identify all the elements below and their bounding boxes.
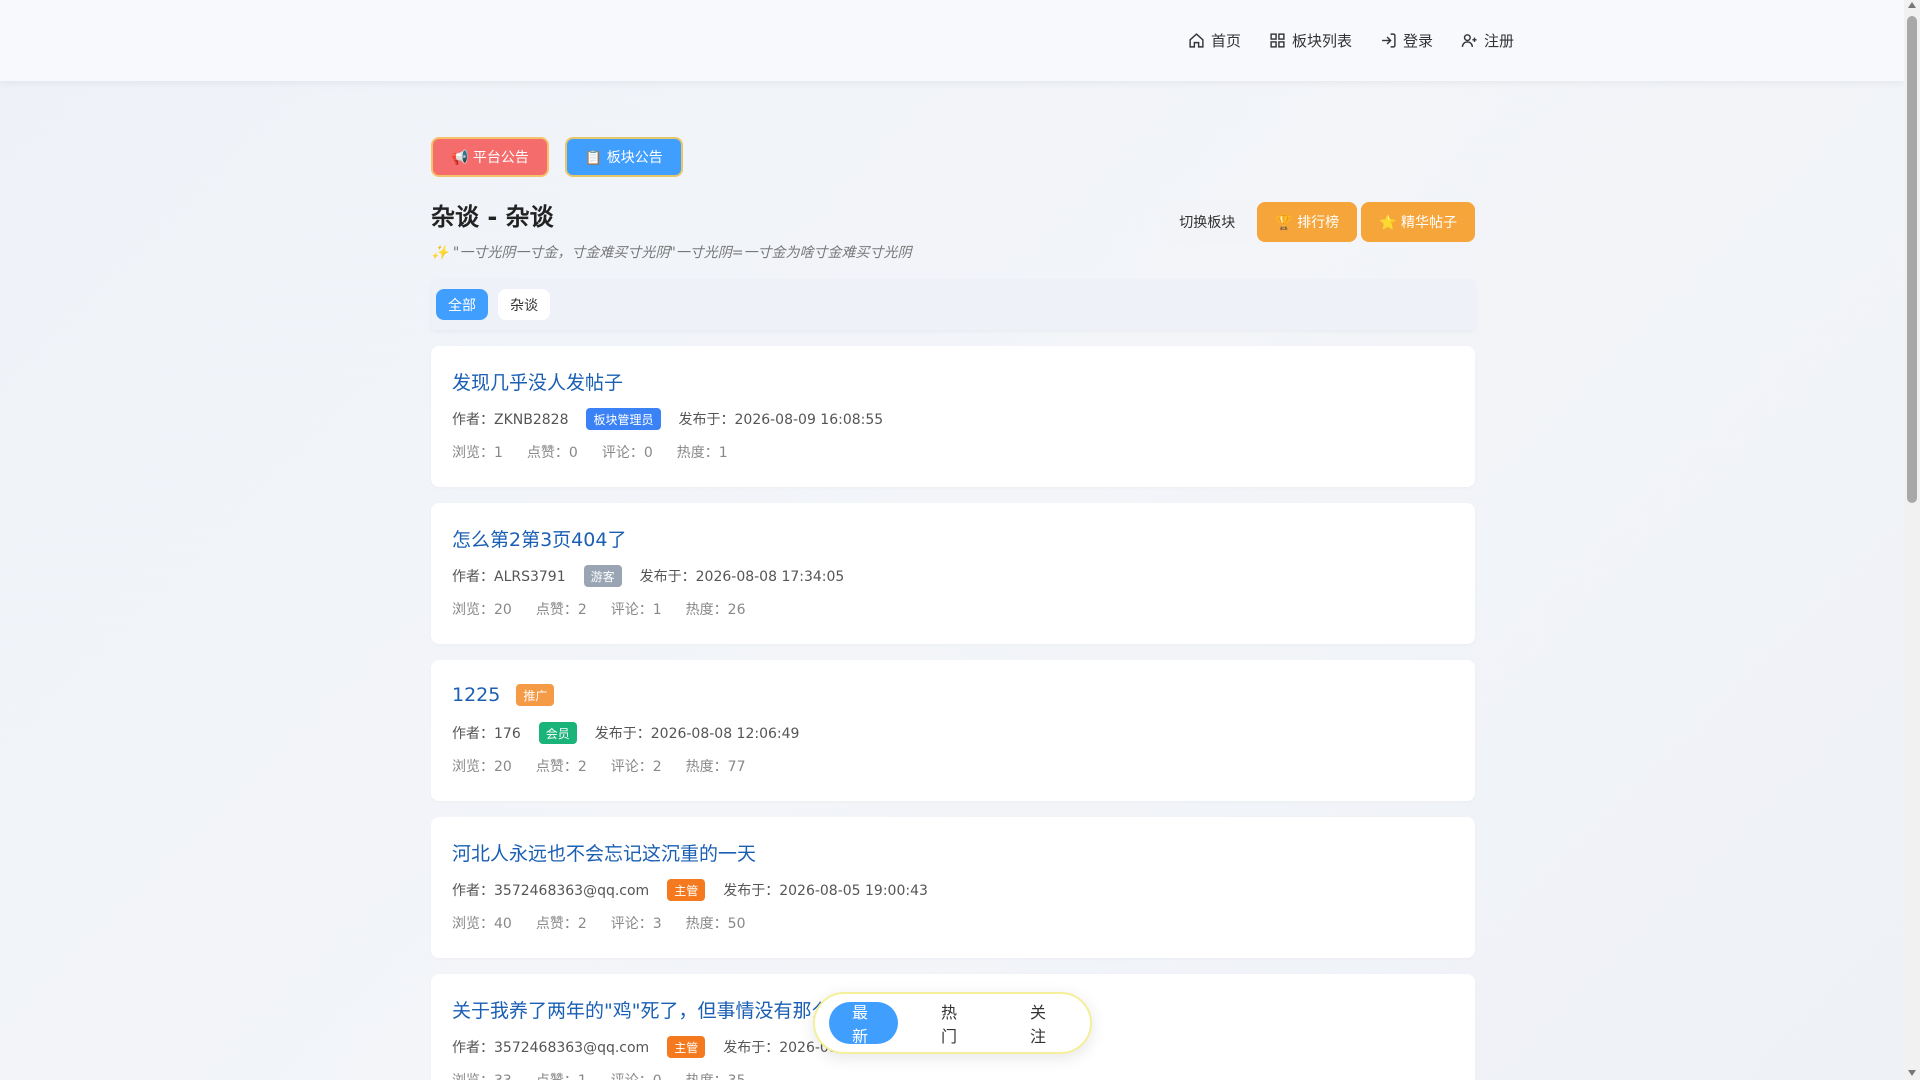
board-notice-button[interactable]: 📋 板块公告 [564, 137, 683, 177]
main-content: 📢 平台公告 📋 板块公告 杂谈 - 杂谈 ✨ "一寸光阴一寸金，寸金难买寸光阴… [431, 137, 1475, 1080]
main-nav: 首页 板块列表 登录 注册 [1188, 0, 1514, 81]
nav-register[interactable]: 注册 [1461, 30, 1514, 51]
home-icon [1189, 33, 1204, 48]
comment-count: 评论：0 [601, 445, 653, 461]
post-stats: 浏览：20 点赞：2 评论：1 热度：26 [452, 599, 1454, 619]
role-badge: 会员 [538, 722, 577, 744]
comment-count: 评论：2 [610, 759, 662, 775]
scrollbar-thumb[interactable] [1907, 16, 1917, 503]
view-count: 浏览：1 [452, 445, 503, 461]
board-description: ✨ "一寸光阴一寸金，寸金难买寸光阴"一寸光阴=一寸金为啥寸金难买寸光阴 [431, 245, 912, 261]
post-meta: 作者：176 会员 发布于：2026-08-08 12:06:49 [452, 720, 1454, 746]
post-meta: 作者：3572468363@qq.com 主管 发布于：2026-08-05 1… [452, 877, 1454, 903]
elite-posts-button[interactable]: ⭐ 精华帖子 [1361, 202, 1475, 242]
post-card[interactable]: 1225 推广 作者：176 会员 发布于：2026-08-08 12:06:4… [431, 660, 1475, 801]
role-badge: 主管 [667, 1036, 706, 1058]
post-meta: 作者：ALRS3791 游客 发布于：2026-08-08 17:34:05 [452, 563, 1454, 589]
sort-latest[interactable]: 最新 [829, 1002, 898, 1046]
heat-count: 热度：1 [676, 445, 728, 461]
post-card[interactable]: 河北人永远也不会忘记这沉重的一天 作者：3572468363@qq.com 主管… [431, 817, 1475, 958]
post-date: 发布于：2026-08-08 17:34:05 [639, 569, 845, 585]
comment-count: 评论：3 [610, 916, 662, 932]
filter-all[interactable]: 全部 [436, 289, 488, 320]
scroll-up-arrow-icon[interactable] [1908, 2, 1916, 8]
sort-toggle-bar: 最新 热门 关注 [813, 992, 1092, 1054]
post-author[interactable]: 作者：176 [452, 723, 521, 743]
promo-badge: 推广 [516, 684, 555, 706]
nav-board-list[interactable]: 板块列表 [1269, 30, 1352, 51]
page-scrollbar[interactable] [1904, 0, 1920, 1080]
platform-notice-button[interactable]: 📢 平台公告 [431, 137, 549, 177]
like-count: 点赞：2 [535, 759, 587, 775]
nav-register-label: 注册 [1483, 32, 1514, 50]
post-stats: 浏览：40 点赞：2 评论：3 热度：50 [452, 913, 1454, 933]
view-count: 浏览：20 [452, 602, 512, 618]
view-count: 浏览：20 [452, 759, 512, 775]
nav-login-label: 登录 [1402, 32, 1433, 50]
role-badge: 板块管理员 [586, 408, 661, 430]
role-badge: 主管 [667, 879, 706, 901]
notice-row: 📢 平台公告 📋 板块公告 [431, 137, 1475, 177]
heat-count: 热度：50 [685, 916, 746, 932]
post-date: 发布于：2026-08-09 16:08:55 [678, 412, 884, 428]
comment-count: 评论：1 [610, 602, 662, 618]
user-plus-icon [1461, 34, 1477, 47]
header-actions: 切换板块 🏆 排行榜 ⭐ 精华帖子 [1161, 202, 1475, 242]
view-count: 浏览：33 [452, 1070, 512, 1080]
post-author[interactable]: 作者：3572468363@qq.com [452, 1037, 649, 1057]
post-stats: 浏览：1 点赞：0 评论：0 热度：1 [452, 442, 1454, 462]
post-card[interactable]: 怎么第2第3页404了 作者：ALRS3791 游客 发布于：2026-08-0… [431, 503, 1475, 644]
nav-login[interactable]: 登录 [1380, 30, 1433, 51]
view-count: 浏览：40 [452, 916, 512, 932]
sort-hot[interactable]: 热门 [918, 1002, 987, 1046]
nav-board-list-label: 板块列表 [1291, 32, 1352, 50]
board-header: 杂谈 - 杂谈 ✨ "一寸光阴一寸金，寸金难买寸光阴"一寸光阴=一寸金为啥寸金难… [431, 197, 1475, 267]
post-title[interactable]: 怎么第2第3页404了 [452, 525, 626, 552]
like-count: 点赞：0 [526, 445, 578, 461]
scroll-down-arrow-icon[interactable] [1908, 1070, 1916, 1076]
post-meta: 作者：ZKNB2828 板块管理员 发布于：2026-08-09 16:08:5… [452, 406, 1454, 432]
heat-count: 热度：35 [686, 1070, 746, 1080]
post-title[interactable]: 关于我养了两年的"鸡"死了，但事情没有那么简 [452, 996, 849, 1023]
post-title[interactable]: 发现几乎没人发帖子 [452, 368, 623, 395]
post-title[interactable]: 1225 [452, 684, 500, 706]
nav-home-label: 首页 [1210, 32, 1241, 50]
post-stats: 浏览：33 点赞：1 评论：0 热度：35 [452, 1070, 1454, 1080]
filter-zatan[interactable]: 杂谈 [498, 289, 550, 320]
post-author[interactable]: 作者：ALRS3791 [452, 566, 566, 586]
role-badge: 游客 [583, 565, 622, 587]
heat-count: 热度：77 [685, 759, 746, 775]
post-list: 发现几乎没人发帖子 作者：ZKNB2828 板块管理员 发布于：2026-08-… [431, 346, 1475, 1080]
comment-count: 评论：0 [611, 1070, 662, 1080]
post-card[interactable]: 发现几乎没人发帖子 作者：ZKNB2828 板块管理员 发布于：2026-08-… [431, 346, 1475, 487]
like-count: 点赞：1 [536, 1070, 587, 1080]
sort-following[interactable]: 关注 [1007, 1002, 1076, 1046]
post-author[interactable]: 作者：ZKNB2828 [452, 409, 568, 429]
ranking-button[interactable]: 🏆 排行榜 [1257, 202, 1358, 242]
post-date: 发布于：2026-08-08 12:06:49 [594, 726, 800, 742]
switch-board-button[interactable]: 切换板块 [1161, 202, 1254, 242]
post-stats: 浏览：20 点赞：2 评论：2 热度：77 [452, 756, 1454, 776]
post-author[interactable]: 作者：3572468363@qq.com [452, 880, 649, 900]
post-title[interactable]: 河北人永远也不会忘记这沉重的一天 [452, 839, 756, 866]
post-date: 发布于：2026-08-05 19:00:43 [723, 883, 928, 899]
grid-icon [1270, 33, 1285, 48]
like-count: 点赞：2 [535, 602, 587, 618]
category-filter-bar: 全部 杂谈 [431, 279, 1475, 330]
nav-home[interactable]: 首页 [1188, 30, 1241, 51]
heat-count: 热度：26 [685, 602, 746, 618]
top-navbar: 首页 板块列表 登录 注册 [0, 0, 1904, 81]
like-count: 点赞：2 [535, 916, 587, 932]
login-icon [1382, 33, 1396, 48]
